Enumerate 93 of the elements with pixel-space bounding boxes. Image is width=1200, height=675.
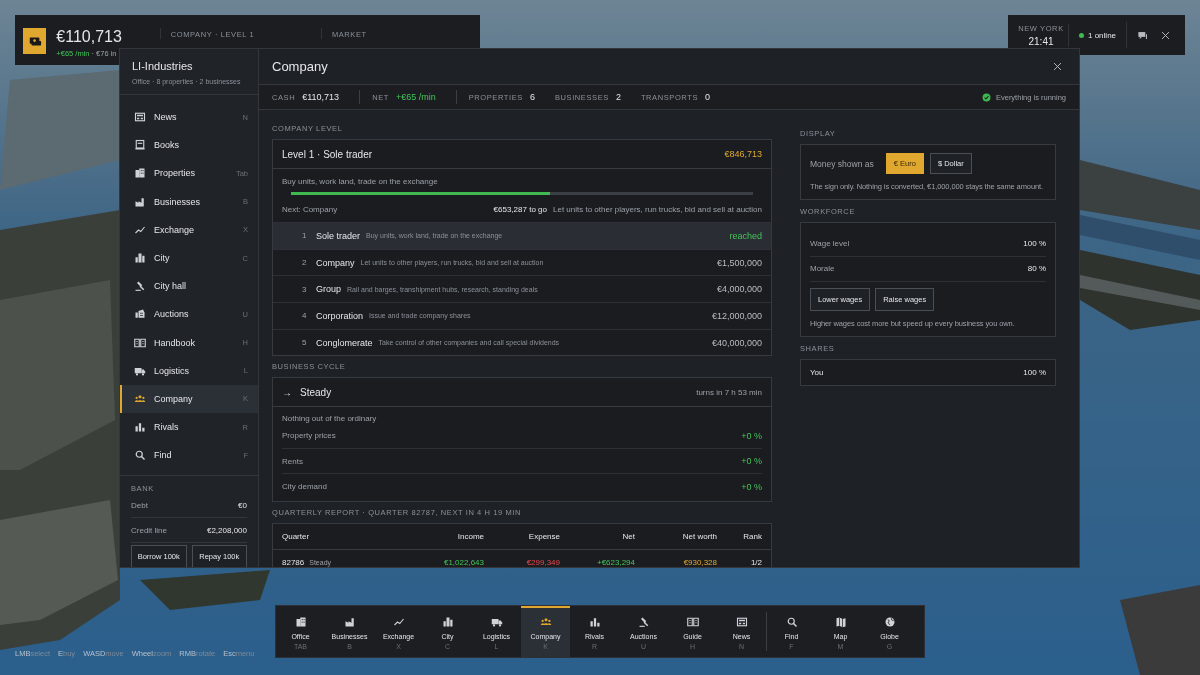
- row-value: +0 %: [741, 481, 762, 492]
- divider: [766, 612, 767, 651]
- row-value: +0 %: [741, 430, 762, 441]
- cash-amount: €110,713: [56, 28, 123, 46]
- stat-value: 2: [615, 92, 621, 102]
- row-label: Wage level: [810, 238, 850, 248]
- row-value: €0: [238, 501, 247, 511]
- next-level: Next: Company: [282, 205, 338, 214]
- cycle-phase: Steady: [300, 386, 332, 398]
- level-threshold: €4,000,000: [716, 284, 762, 295]
- sidebar-item[interactable]: Books: [120, 131, 258, 160]
- column-header: Net: [621, 531, 635, 541]
- open-book-icon: [134, 336, 146, 349]
- level-threshold: €1,500,000: [716, 257, 762, 268]
- table-cell-text: +€623,294: [595, 557, 635, 567]
- level-threshold: €12,000,000: [711, 310, 762, 321]
- level-number: 1: [302, 231, 308, 241]
- factory-icon: [134, 195, 146, 208]
- check-icon: [981, 92, 991, 102]
- row-value: €2,208,000: [206, 526, 247, 536]
- row-label: Morale: [810, 264, 835, 274]
- gavel-icon: [134, 280, 146, 293]
- table-cell-text: 1/2: [749, 557, 762, 567]
- row-label: Debt: [131, 501, 148, 511]
- level-number: 5: [302, 338, 308, 348]
- row-value: 100 %: [1023, 367, 1046, 377]
- level-number: 2: [302, 258, 308, 268]
- bar-chart-icon: [588, 615, 601, 628]
- building-icon: [294, 615, 307, 628]
- city-icon: [134, 252, 146, 265]
- stat-value: 6: [529, 92, 535, 102]
- level-number: 3: [302, 284, 308, 294]
- row-value: 100 %: [1023, 238, 1046, 248]
- map-icon: [834, 615, 847, 628]
- search-icon: [134, 449, 146, 462]
- company-name: LI-Industries: [132, 60, 194, 72]
- table-cell-text: €299,349: [525, 557, 560, 567]
- level-name: Group: [316, 284, 341, 295]
- online-count: 1 online: [1088, 30, 1117, 40]
- factory-icon: [343, 615, 356, 628]
- chat-icon: [1137, 29, 1149, 41]
- next-perks: Let units to other players, run trucks, bid and sell at auction: [553, 205, 762, 214]
- level-name: Conglomerate: [316, 337, 373, 348]
- cycle-timer: turns in 7 h 53 min: [696, 387, 762, 397]
- row-label: City demand: [282, 482, 327, 492]
- amount-to-go: €653,287 to go: [493, 205, 547, 214]
- table-cell: 82786: [282, 557, 305, 567]
- arrow-icon: →: [282, 386, 292, 398]
- cycle-note: Nothing out of the ordinary: [282, 414, 378, 424]
- level-name: Sole trader: [316, 230, 361, 241]
- column-header: Income: [456, 531, 484, 541]
- close-icon: [1052, 61, 1063, 72]
- row-label: Credit line: [131, 526, 167, 536]
- news-icon: [134, 111, 146, 124]
- table-cell-text: €930,328: [682, 557, 717, 567]
- city-icon: [441, 615, 454, 628]
- level-number: 4: [302, 311, 308, 321]
- column-header: Rank: [742, 531, 762, 541]
- column-header: Net worth: [681, 531, 717, 541]
- column-header: Quarter: [282, 531, 311, 541]
- news-icon: [735, 615, 748, 628]
- sidebar-item[interactable]: City hall: [120, 272, 258, 301]
- stat-value: 0: [705, 92, 711, 102]
- level-threshold: €40,000,000: [711, 337, 762, 348]
- close-icon: [1160, 29, 1172, 41]
- stat-value: +€65 /min: [395, 92, 436, 102]
- level-title: Level 1 · Sole trader: [282, 148, 373, 160]
- table-cell-text: €1,022,643: [442, 557, 484, 567]
- row-label: You: [810, 367, 824, 377]
- building-icon: [134, 167, 146, 180]
- level-threshold: reached: [729, 230, 762, 241]
- column-header: Expense: [527, 531, 560, 541]
- clock-time: 21:41: [1027, 35, 1055, 47]
- open-book-icon: [686, 615, 699, 628]
- people-icon: [134, 392, 146, 405]
- net-worth: €846,713: [724, 149, 762, 159]
- search-icon: [785, 615, 798, 628]
- level-perks: Buy units, work land, trade on the exchange: [282, 177, 439, 186]
- gavel-icon: [637, 615, 650, 628]
- level-name: Corporation: [316, 310, 364, 321]
- book-icon: [134, 139, 146, 152]
- people-icon: [539, 615, 552, 628]
- window-title: Company: [272, 59, 328, 74]
- level-name: Company: [316, 257, 355, 268]
- row-value: 80 %: [1027, 264, 1046, 274]
- stat-value: €110,713: [302, 92, 340, 102]
- online-dot: [1079, 32, 1084, 38]
- row-value: +0 %: [741, 456, 762, 467]
- money-label: Money shown as: [810, 158, 874, 169]
- globe-icon: [883, 615, 896, 628]
- bar-chart-icon: [134, 421, 146, 434]
- row-label: Rents: [282, 456, 303, 466]
- row-label: Property prices: [282, 431, 336, 441]
